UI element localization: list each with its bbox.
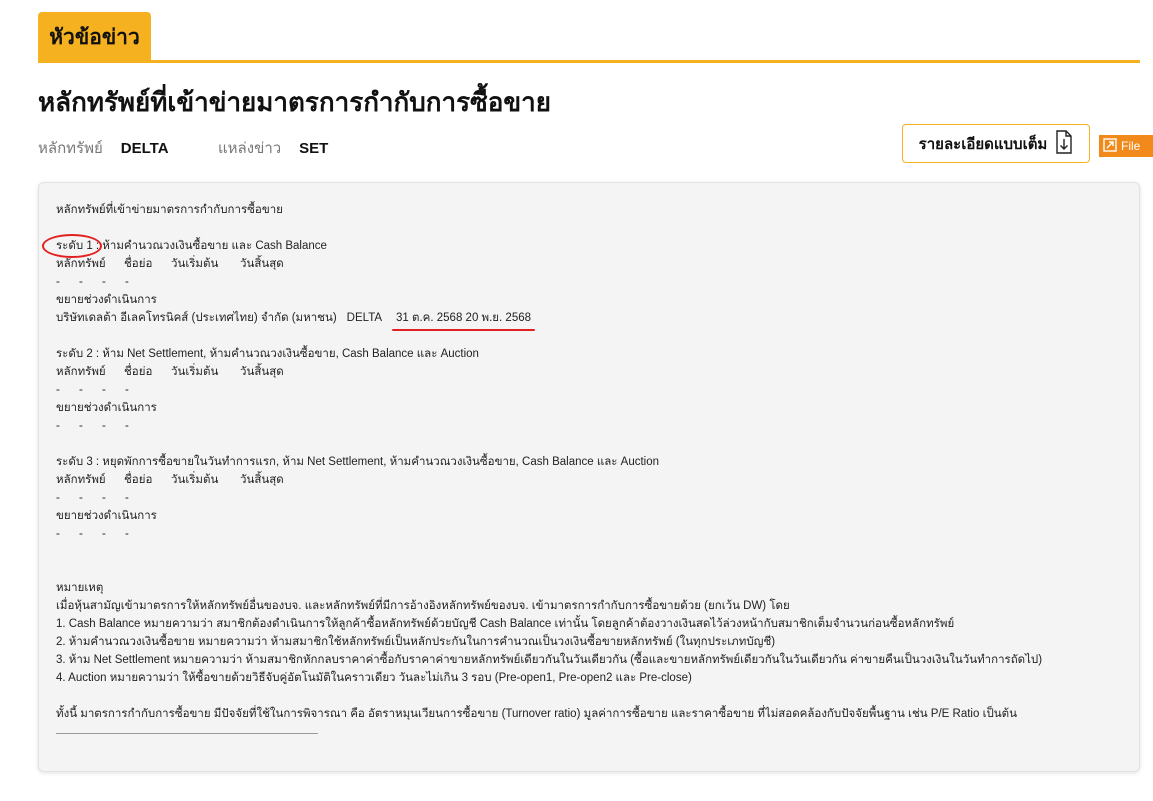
level-2-extended-label: ขยายช่วงดำเนินการ bbox=[56, 402, 157, 414]
meta-source: แหล่งข่าว SET bbox=[218, 136, 328, 160]
full-detail-button-label: รายละเอียดแบบเต็ม bbox=[918, 135, 1048, 153]
level-1-extended-row: บริษัทเดลต้า อีเลคโทรนิคส์ (ประเทศไทย) จ… bbox=[56, 309, 1129, 331]
level-3-empty-row: ---- bbox=[56, 492, 129, 504]
news-content-panel: หลักทรัพย์ที่เข้าข่ายมาตรการกำกับการซื้อ… bbox=[38, 182, 1140, 772]
tab-news-headline[interactable]: หัวข้อข่าว bbox=[38, 12, 151, 62]
tab-bar: หัวข้อข่าว bbox=[38, 12, 1140, 63]
level-3-extended-row: ---- bbox=[56, 528, 129, 540]
extended-dates: 31 ต.ค. 2568 20 พ.ย. 2568 bbox=[392, 309, 536, 331]
remark-item-4: 4. Auction หมายความว่า ให้ซื้อขายด้วยวิธ… bbox=[56, 672, 692, 684]
level-3-title: ระดับ 3 : หยุดพักการซื้อขายในวันทำการแรก… bbox=[56, 456, 660, 468]
security-label: หลักทรัพย์ bbox=[38, 140, 103, 157]
level-3-columns: หลักทรัพย์ ชื่อย่อ วันเริ่มต้น วันสิ้นสุด bbox=[56, 474, 284, 486]
level-2-columns: หลักทรัพย์ ชื่อย่อ วันเริ่มต้น วันสิ้นสุด bbox=[56, 366, 284, 378]
file-button[interactable]: File bbox=[1099, 135, 1153, 157]
remarks-heading: หมายเหตุ bbox=[56, 582, 104, 594]
source-label: แหล่งข่าว bbox=[218, 140, 282, 157]
remark-item-3: 3. ห้าม Net Settlement หมายความว่า ห้ามส… bbox=[56, 654, 1043, 666]
level-1-title-text: ระดับ 1 : ห้ามคำนวณวงเงินซื้อขาย และ Cas… bbox=[56, 240, 327, 252]
extended-dates-text: 31 ต.ค. 2568 20 พ.ย. 2568 bbox=[396, 312, 532, 324]
security-value: DELTA bbox=[120, 140, 169, 157]
news-heading: หลักทรัพย์ที่เข้าข่ายมาตรการกำกับการซื้อ… bbox=[56, 204, 283, 216]
remark-item-1: 1. Cash Balance หมายความว่า สมาชิกต้องดำ… bbox=[56, 618, 955, 630]
col-security: หลักทรัพย์ bbox=[56, 258, 106, 270]
company-symbol: DELTA bbox=[346, 312, 383, 324]
news-body: หลักทรัพย์ที่เข้าข่ายมาตรการกำกับการซื้อ… bbox=[42, 201, 1129, 734]
meta-security: หลักทรัพย์ DELTA bbox=[38, 136, 169, 160]
level-3-extended-label: ขยายช่วงดำเนินการ bbox=[56, 510, 157, 522]
level-1-title: ระดับ 1 : ห้ามคำนวณวงเงินซื้อขาย และ Cas… bbox=[42, 234, 1129, 258]
level-2-title: ระดับ 2 : ห้าม Net Settlement, ห้ามคำนวณ… bbox=[56, 348, 479, 360]
level-1-extended-label: ขยายช่วงดำเนินการ bbox=[56, 294, 157, 306]
col-symbol: ชื่อย่อ bbox=[124, 258, 153, 270]
full-detail-button[interactable]: รายละเอียดแบบเต็ม bbox=[902, 124, 1090, 163]
page-title: หลักทรัพย์ที่เข้าข่ายมาตรการกำกับการซื้อ… bbox=[38, 87, 551, 117]
level-1-empty-row: ---- bbox=[56, 276, 129, 288]
document-download-icon bbox=[1055, 129, 1073, 158]
remarks-closing: ทั้งนี้ มาตรการกำกับการซื้อขาย มีปัจจัยท… bbox=[56, 708, 1017, 720]
remarks-intro: เมื่อหุ้นสามัญเข้ามาตรการให้หลักทรัพย์อื… bbox=[56, 600, 790, 612]
source-value: SET bbox=[299, 140, 329, 157]
file-icon bbox=[1103, 137, 1117, 155]
divider-rule bbox=[56, 733, 318, 734]
file-button-label: File bbox=[1121, 139, 1141, 153]
level-2-extended-row: ---- bbox=[56, 420, 129, 432]
remark-item-2: 2. ห้ามคำนวณวงเงินซื้อขาย หมายความว่า ห้… bbox=[56, 636, 776, 648]
level-2-empty-row: ---- bbox=[56, 384, 129, 396]
company-name: บริษัทเดลต้า อีเลคโทรนิคส์ (ประเทศไทย) จ… bbox=[56, 312, 337, 324]
level-1-columns: หลักทรัพย์ ชื่อย่อ วันเริ่มต้น วันสิ้นสุด bbox=[56, 255, 1129, 273]
col-end-date: วันสิ้นสุด bbox=[240, 258, 284, 270]
col-start-date: วันเริ่มต้น bbox=[171, 258, 219, 270]
